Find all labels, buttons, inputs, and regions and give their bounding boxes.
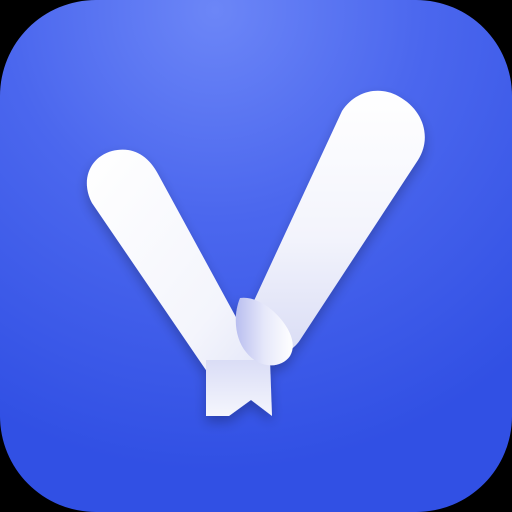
ribbon-tail	[206, 360, 272, 416]
app-icon-graphic	[0, 0, 512, 512]
app-icon[interactable]	[0, 0, 512, 512]
icon-canvas	[0, 0, 512, 512]
icon-tile	[0, 0, 512, 512]
